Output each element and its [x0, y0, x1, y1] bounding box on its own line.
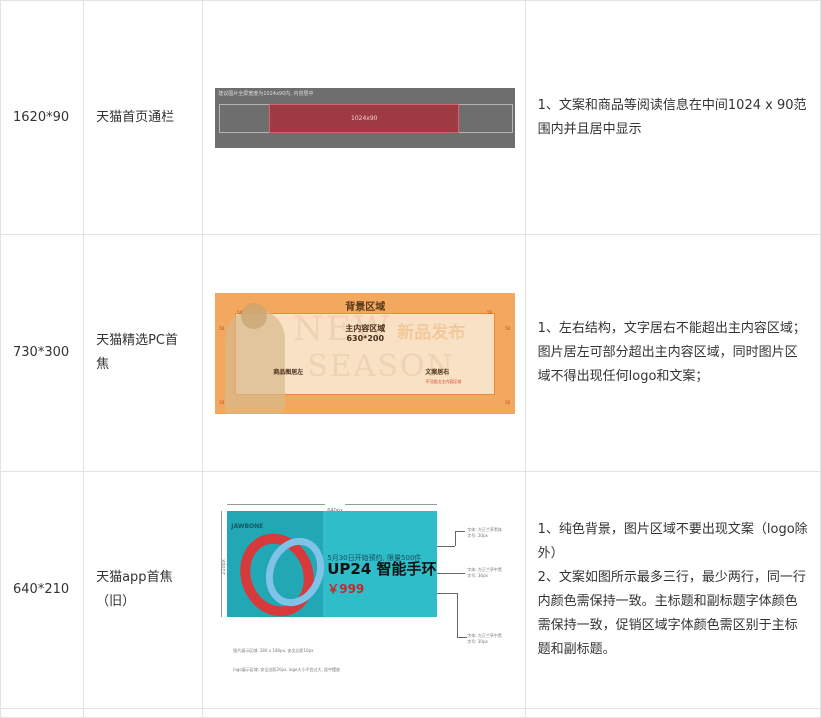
callout-line [437, 546, 456, 547]
size-cell [0, 708, 85, 718]
main-area-label: 主内容区域 630*200 [335, 324, 395, 344]
note-cell: 1、文案和商品等阅读信息在中间1024 x 90范围内并且居中显示 [524, 0, 821, 235]
size-annotation: 字号: 36px [467, 573, 488, 578]
callout-line [457, 637, 468, 638]
size-annotation: 字号: 30px [467, 639, 488, 644]
margin-tick: 50 [505, 325, 511, 331]
background-area-label: 背景区域 [345, 301, 386, 313]
note-cell: 1、左右结构，文字居右不能超出主内容区域；图片居左可部分超出主内容区域，同时图片… [524, 234, 821, 472]
size-annotation: 字号: 20px [467, 533, 488, 538]
note-line: 1、左右结构，文字居右不能超出主内容区域；图片居左可部分超出主内容区域，同时图片… [537, 321, 806, 384]
size-cell: 640*210 [0, 471, 85, 709]
app-focus-spec-image: 640px 210px JAWBONE 5月30日开始预约, 限量500件 UP… [215, 499, 516, 679]
note-cell: 1、纯色背景，图片区域不要出现文案（logo除外） 2、文案如图所示最多三行，最… [524, 471, 821, 709]
note-line: 2、文案如图所示最多三行，最少两行，同一行内颜色需保持一致。主标题和副标题字体颜… [537, 570, 806, 657]
image-cell: 640px 210px JAWBONE 5月30日开始预约, 限量500件 UP… [202, 471, 526, 709]
brand-logo: JAWBONE [231, 523, 264, 530]
image-left-label: 商品图居左 [273, 368, 304, 376]
note-line: 1、纯色背景，图片区域不要出现文案（logo除外） [537, 522, 808, 561]
main-area-size: 630*200 [346, 333, 385, 343]
logo-area-note: logo展示区域: 安全边距20px, logo大小不宜过大, 居中摆放 [233, 667, 341, 672]
size-cell: 1620*90 [0, 0, 85, 235]
table-row: 640*210 天猫app首焦（旧） 640px 210px JAWBONE 5… [0, 471, 821, 709]
image-cell: NEW SEASON 新品发布 背景区域 主内容区域 630*200 商品图居左… [202, 234, 526, 472]
width-dimension: 640px [227, 499, 438, 523]
image-cell: 建议图片全屏宽度为1024x90内, 内容居中 1024x90 [202, 0, 526, 235]
image-cell [202, 708, 526, 718]
size-cell: 730*300 [0, 234, 85, 472]
margin-tick: 50 [219, 399, 225, 405]
banner-spec-image: 建议图片全屏宽度为1024x90内, 内容居中 1024x90 [215, 87, 516, 148]
font-annotation: 字体: 方正兰亭中黑 [467, 567, 502, 572]
watermark-new-release: 新品发布 [397, 322, 466, 343]
name-cell: 天猫app首焦（旧） [83, 471, 204, 709]
callout-line [457, 593, 459, 637]
banner-caption: 建议图片全屏宽度为1024x90内, 内容居中 [218, 90, 314, 97]
callout-line [437, 593, 458, 594]
margin-tick: 50 [487, 309, 493, 315]
banner-content-label: 1024x90 [351, 114, 378, 122]
name-cell: 天猫精选PC首焦 [83, 234, 204, 472]
font-annotation: 字体: 方正兰亭黑体 [467, 527, 502, 532]
note-cell [524, 708, 821, 718]
margin-tick: 50 [505, 399, 511, 405]
table-row: 730*300 天猫精选PC首焦 NEW SEASON 新品发布 背景区域 主内… [0, 234, 821, 472]
pc-focus-spec-image: NEW SEASON 新品发布 背景区域 主内容区域 630*200 商品图居左… [215, 292, 516, 414]
note-line: 1、文案和商品等阅读信息在中间1024 x 90范围内并且居中显示 [537, 97, 807, 137]
name-cell: 天猫首页通栏 [83, 0, 204, 235]
product-image-area: JAWBONE [227, 511, 335, 627]
margin-tick: 50 [237, 309, 243, 315]
app-banner-preview: JAWBONE 5月30日开始预约, 限量500件 UP24 智能手环 ￥999 [227, 511, 438, 627]
table-row: 1620*90 天猫首页通栏 建议图片全屏宽度为1024x90内, 内容居中 1… [0, 0, 821, 235]
margin-tick: 50 [219, 325, 225, 331]
main-area-title: 主内容区域 [345, 323, 386, 333]
callout-line [437, 573, 466, 574]
callout-line [455, 531, 466, 532]
product-price: ￥999 [327, 582, 365, 596]
font-annotation: 字体: 方正兰亭中黑 [467, 633, 502, 638]
text-right-sublabel: 不可超出主内容区域 [425, 378, 462, 384]
name-cell [83, 708, 204, 718]
callout-line [455, 531, 457, 546]
banner-content-area: 1024x90 [269, 103, 460, 133]
table-row [0, 708, 821, 718]
height-dimension: 210px [221, 511, 227, 617]
spec-table: 1620*90 天猫首页通栏 建议图片全屏宽度为1024x90内, 内容居中 1… [0, 0, 821, 718]
